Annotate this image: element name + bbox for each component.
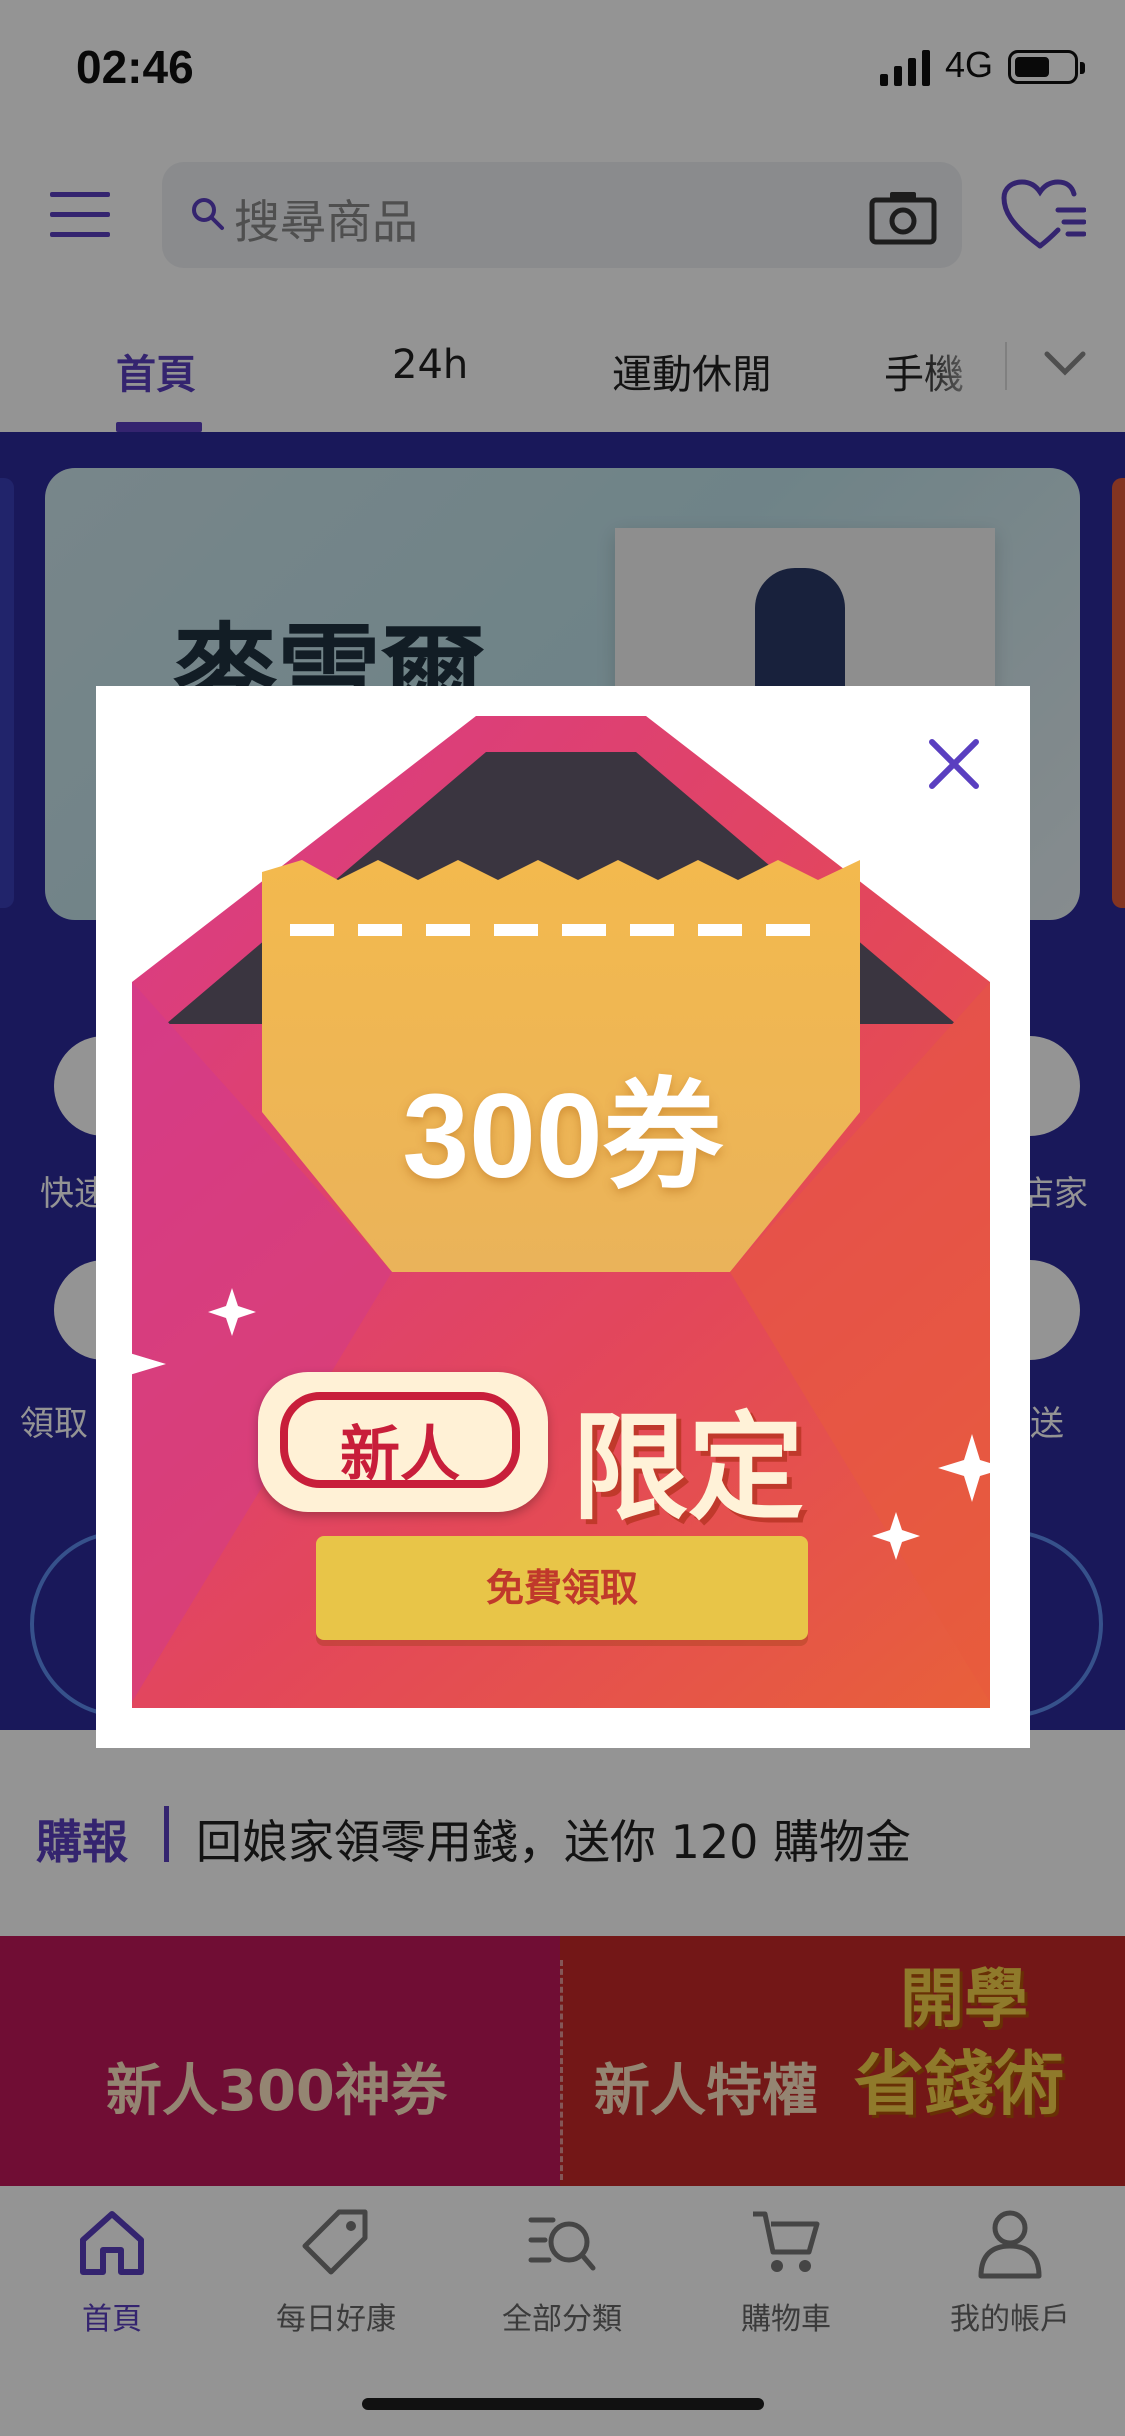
badge-frame: 新人 <box>280 1392 520 1490</box>
claim-free-button[interactable]: 免費領取 <box>316 1536 808 1640</box>
limited-headline: 限定 <box>572 1401 804 1536</box>
home-indicator[interactable] <box>362 2398 764 2410</box>
close-icon[interactable] <box>922 732 986 796</box>
badge-text: 新人 <box>340 1420 460 1490</box>
coupon-amount: 300券 <box>402 1069 723 1203</box>
newcomer-badge: 新人 <box>258 1372 548 1512</box>
